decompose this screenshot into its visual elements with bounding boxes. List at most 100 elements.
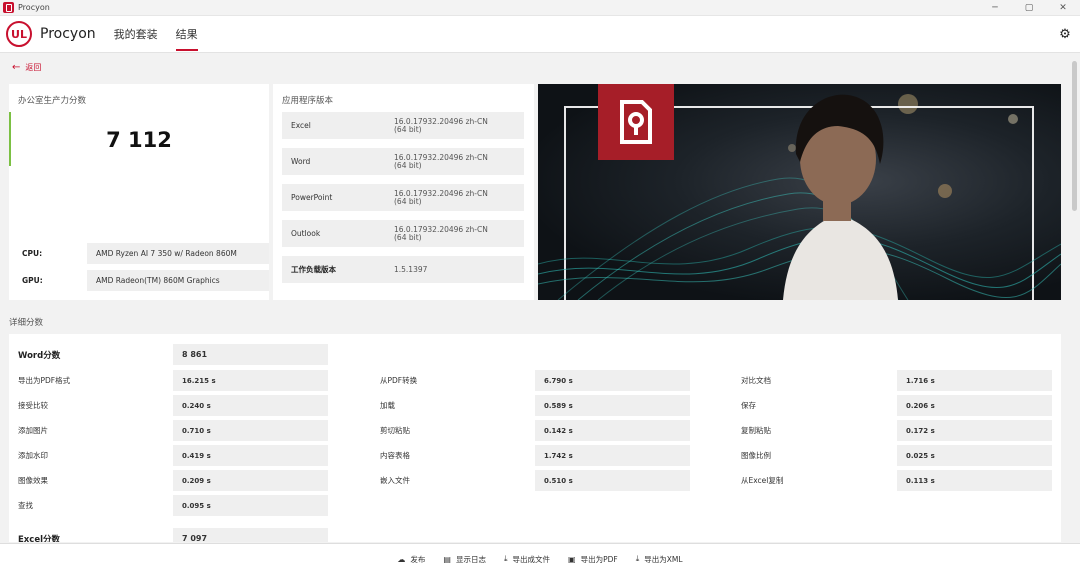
publish-button[interactable]: ☁ 发布 bbox=[397, 554, 425, 565]
detail-label: 从Excel复制 bbox=[741, 476, 784, 485]
version-value: 1.5.1397 bbox=[394, 264, 428, 274]
version-value: 16.0.17932.20496 zh-CN (64 bit) bbox=[394, 224, 488, 242]
show-log-label: 显示日志 bbox=[455, 554, 486, 564]
excel-score-value: 7 097 bbox=[173, 528, 328, 542]
detail-label: 图像效果 bbox=[18, 476, 48, 485]
detail-value: 0.419 s bbox=[173, 445, 328, 466]
close-button[interactable]: ✕ bbox=[1046, 0, 1080, 16]
ul-logo: UL bbox=[6, 21, 32, 47]
details-title: 详细分数 bbox=[9, 318, 44, 328]
export-file-button[interactable]: ⤓ 导出成文件 bbox=[504, 554, 550, 565]
app-versions-card: 应用程序版本 Excel 16.0.17932.20496 zh-CN (64 b… bbox=[273, 84, 534, 300]
minimize-button[interactable]: ─ bbox=[978, 0, 1012, 16]
detail-label: 对比文档 bbox=[741, 376, 771, 385]
back-label: 返回 bbox=[25, 63, 42, 72]
detail-label: 剪切粘贴 bbox=[380, 426, 410, 435]
export-pdf-label: 导出为PDF bbox=[580, 554, 618, 564]
detail-value: 0.209 s bbox=[173, 470, 328, 491]
versions-heading: 应用程序版本 bbox=[282, 96, 334, 106]
gear-icon[interactable]: ⚙ bbox=[1058, 27, 1072, 42]
detail-label: 复制粘贴 bbox=[741, 426, 771, 435]
bottom-toolbar: ☁ 发布 ▤ 显示日志 ⤓ 导出成文件 ▣ 导出为PDF ⤓ 导出为XML bbox=[0, 543, 1080, 574]
detail-value: 16.215 s bbox=[173, 370, 328, 391]
detail-row: 添加图片 0.710 s 剪切粘贴 0.142 s 复制粘贴 0.172 s bbox=[9, 420, 1061, 441]
gpu-row: GPU: AMD Radeon(TM) 860M Graphics bbox=[22, 270, 269, 291]
detail-label: 图像比例 bbox=[741, 451, 771, 460]
vertical-scrollbar[interactable] bbox=[1071, 55, 1078, 540]
word-score-label: Word分数 bbox=[18, 350, 61, 361]
save-icon: ▣ bbox=[568, 554, 576, 564]
score-card: 办公室生产力分数 7 112 CPU: AMD Ryzen AI 7 350 w… bbox=[9, 84, 269, 300]
detail-row: 查找 0.095 s bbox=[9, 495, 1061, 516]
version-value: 16.0.17932.20496 zh-CN (64 bit) bbox=[394, 152, 488, 170]
detail-label: 查找 bbox=[18, 501, 33, 510]
overall-score: 7 112 bbox=[106, 128, 172, 152]
detail-value: 0.142 s bbox=[535, 420, 690, 441]
show-log-button[interactable]: ▤ 显示日志 bbox=[443, 554, 486, 565]
detail-value: 0.172 s bbox=[897, 420, 1052, 441]
publish-label: 发布 bbox=[410, 554, 426, 564]
detail-value: 0.240 s bbox=[173, 395, 328, 416]
detail-value: 0.025 s bbox=[897, 445, 1052, 466]
export-file-label: 导出成文件 bbox=[512, 554, 551, 564]
document-icon: ▤ bbox=[443, 554, 451, 564]
detail-label: 添加图片 bbox=[18, 426, 48, 435]
version-row-workload: 工作负载版本 1.5.1397 bbox=[282, 256, 524, 283]
cpu-row: CPU: AMD Ryzen AI 7 350 w/ Radeon 860M bbox=[22, 243, 269, 264]
version-app-name: Excel bbox=[291, 121, 311, 130]
detail-value: 0.095 s bbox=[173, 495, 328, 516]
brand-name: Procyon bbox=[40, 26, 96, 42]
top-nav: UL Procyon 我的套装 结果 ⚙ bbox=[0, 16, 1080, 53]
hero-image bbox=[538, 84, 1061, 300]
excel-score-label: Excel分数 bbox=[18, 534, 61, 543]
version-app-name: 工作负载版本 bbox=[291, 265, 336, 274]
excel-score-row: Excel分数 7 097 bbox=[9, 528, 1061, 542]
detail-value: 1.716 s bbox=[897, 370, 1052, 391]
arrow-left-icon: ← bbox=[12, 62, 21, 73]
window-controls: ─ ▢ ✕ bbox=[978, 0, 1080, 16]
detail-label: 嵌入文件 bbox=[380, 476, 410, 485]
maximize-button[interactable]: ▢ bbox=[1012, 0, 1046, 16]
detail-label: 保存 bbox=[741, 401, 756, 410]
version-app-name: Word bbox=[291, 157, 311, 166]
gpu-value: AMD Radeon(TM) 860M Graphics bbox=[87, 270, 269, 291]
scrollbar-thumb[interactable] bbox=[1072, 61, 1077, 211]
word-score-value: 8 861 bbox=[173, 344, 328, 365]
detail-value: 1.742 s bbox=[535, 445, 690, 466]
cpu-value: AMD Ryzen AI 7 350 w/ Radeon 860M bbox=[87, 243, 269, 264]
detail-value: 0.510 s bbox=[535, 470, 690, 491]
tab-my-suites[interactable]: 我的套装 bbox=[114, 16, 158, 53]
version-value: 16.0.17932.20496 zh-CN (64 bit) bbox=[394, 116, 488, 134]
download-icon: ⤓ bbox=[503, 554, 508, 563]
detail-label: 接受比较 bbox=[18, 401, 48, 410]
word-score-row: Word分数 8 861 bbox=[9, 344, 1061, 365]
export-xml-button[interactable]: ⤓ 导出为XML bbox=[636, 554, 683, 565]
detail-label: 从PDF转换 bbox=[380, 376, 418, 385]
detail-row: 导出为PDF格式 16.215 s 从PDF转换 6.790 s 对比文档 1.… bbox=[9, 370, 1061, 391]
detail-value: 6.790 s bbox=[535, 370, 690, 391]
detail-value: 0.589 s bbox=[535, 395, 690, 416]
version-row-outlook: Outlook 16.0.17932.20496 zh-CN (64 bit) bbox=[282, 220, 524, 247]
version-row-excel: Excel 16.0.17932.20496 zh-CN (64 bit) bbox=[282, 112, 524, 139]
gpu-label: GPU: bbox=[22, 276, 43, 285]
tab-results[interactable]: 结果 bbox=[175, 16, 198, 53]
version-value: 16.0.17932.20496 zh-CN (64 bit) bbox=[394, 188, 488, 206]
version-row-powerpoint: PowerPoint 16.0.17932.20496 zh-CN (64 bit… bbox=[282, 184, 524, 211]
detail-value: 0.206 s bbox=[897, 395, 1052, 416]
version-row-word: Word 16.0.17932.20496 zh-CN (64 bit) bbox=[282, 148, 524, 175]
detail-label: 导出为PDF格式 bbox=[18, 376, 71, 385]
app-icon bbox=[3, 2, 14, 13]
cloud-upload-icon: ☁ bbox=[397, 554, 406, 564]
window-title: Procyon bbox=[18, 3, 50, 12]
score-card-heading: 办公室生产力分数 bbox=[18, 96, 87, 106]
detail-row: 添加水印 0.419 s 内容表格 1.742 s 图像比例 0.025 s bbox=[9, 445, 1061, 466]
detail-row: 接受比较 0.240 s 加载 0.589 s 保存 0.206 s bbox=[9, 395, 1061, 416]
version-app-name: Outlook bbox=[291, 229, 321, 238]
document-badge-icon bbox=[598, 84, 674, 160]
export-pdf-button[interactable]: ▣ 导出为PDF bbox=[568, 554, 618, 565]
cpu-label: CPU: bbox=[22, 249, 43, 258]
back-link[interactable]: ← 返回 bbox=[12, 62, 41, 73]
version-app-name: PowerPoint bbox=[291, 193, 333, 202]
download-icon: ⤓ bbox=[635, 554, 640, 563]
detail-label: 添加水印 bbox=[18, 451, 48, 460]
